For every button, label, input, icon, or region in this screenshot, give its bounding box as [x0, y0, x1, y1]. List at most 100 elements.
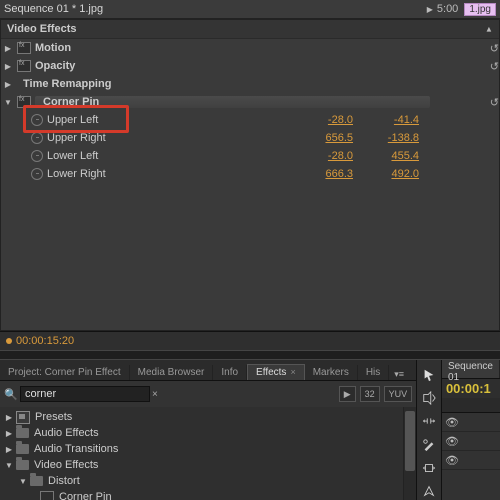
stopwatch-icon[interactable]: [31, 114, 43, 126]
reset-icon[interactable]: ↺: [490, 60, 499, 73]
prop-values: 656.5 -138.8: [311, 132, 499, 144]
value-x[interactable]: -28.0: [311, 114, 353, 126]
tab-project[interactable]: Project: Corner Pin Effect: [0, 365, 130, 380]
effect-icon: [40, 491, 54, 500]
tree-label: Video Effects: [34, 459, 98, 471]
tree-label: Audio Effects: [34, 427, 99, 439]
timeline-tabs: Sequence 01: [442, 360, 500, 379]
timeline-ruler[interactable]: [442, 398, 500, 413]
reset-icon[interactable]: ↺: [490, 96, 499, 109]
bitdepth-badge[interactable]: 32: [360, 386, 380, 402]
prop-row-lower-left[interactable]: Lower Left -28.0 455.4: [1, 147, 499, 165]
timeline-timecode[interactable]: 00:00:1: [442, 379, 500, 398]
effects-tree: Presets Audio Effects Audio Transitions …: [0, 407, 416, 500]
disclosure-icon[interactable]: [3, 78, 13, 90]
value-y[interactable]: 492.0: [377, 168, 419, 180]
tree-row-effect-corner-pin[interactable]: Corner Pin: [0, 489, 416, 500]
video-track[interactable]: 👁: [442, 451, 500, 470]
disclosure-icon[interactable]: [4, 411, 14, 423]
panel-menu-icon[interactable]: ▾≡: [391, 369, 407, 380]
prop-row-upper-left[interactable]: Upper Left -28.0 -41.4: [1, 111, 499, 129]
value-x[interactable]: 656.5: [311, 132, 353, 144]
timeline-tools: [417, 360, 442, 500]
tree-row-audio-transitions[interactable]: Audio Transitions: [0, 441, 416, 457]
ripple-tool-icon[interactable]: [420, 413, 438, 430]
track-visibility-icon[interactable]: 👁: [444, 454, 460, 466]
disclosure-icon[interactable]: [4, 443, 14, 455]
prop-row-lower-right[interactable]: Lower Right 666.3 492.0: [1, 165, 499, 183]
value-y[interactable]: 455.4: [377, 150, 419, 162]
effect-row-time-remapping[interactable]: Time Remapping: [1, 75, 499, 93]
stopwatch-icon[interactable]: [31, 168, 43, 180]
video-track[interactable]: 👁: [442, 413, 500, 432]
chevron-up-icon[interactable]: [485, 25, 493, 34]
disclosure-icon[interactable]: [3, 96, 13, 108]
effect-row-opacity[interactable]: Opacity ↺: [1, 57, 499, 75]
track-visibility-icon[interactable]: 👁: [444, 416, 460, 428]
video-effects-group: Video Effects Motion ↺ Opacity ↺ Time Re…: [0, 19, 500, 331]
tab-media-browser[interactable]: Media Browser: [130, 365, 214, 380]
yuv-badge[interactable]: YUV: [384, 386, 413, 402]
folder-icon: [16, 460, 29, 470]
value-y[interactable]: -138.8: [377, 132, 419, 144]
prop-values: -28.0 455.4: [311, 150, 499, 162]
folder-icon: [16, 444, 29, 454]
tab-label: Effects: [256, 367, 286, 378]
disclosure-icon[interactable]: [3, 60, 13, 72]
effect-name: Corner Pin: [43, 96, 99, 108]
tab-sequence[interactable]: Sequence 01: [442, 360, 500, 378]
stopwatch-icon[interactable]: [31, 132, 43, 144]
panel-tabs: Project: Corner Pin Effect Media Browser…: [0, 360, 416, 381]
effects-search-input[interactable]: [20, 386, 150, 402]
effect-row-motion[interactable]: Motion ↺: [1, 39, 499, 57]
tab-history[interactable]: His: [358, 365, 389, 380]
disclosure-icon[interactable]: [3, 42, 13, 54]
video-track[interactable]: 👁: [442, 432, 500, 451]
tree-row-presets[interactable]: Presets: [0, 409, 416, 425]
disclosure-icon[interactable]: [4, 459, 14, 471]
prop-values: 666.3 492.0: [311, 168, 499, 180]
folder-icon: [16, 428, 29, 438]
prop-name: Upper Right: [47, 132, 106, 144]
prop-name: Lower Right: [47, 168, 106, 180]
sequence-title: Sequence 01 * 1.jpg: [4, 3, 427, 15]
tab-info[interactable]: Info: [213, 365, 247, 380]
tab-markers[interactable]: Markers: [305, 365, 358, 380]
fx-toggle-icon[interactable]: [17, 96, 31, 108]
close-icon[interactable]: ×: [290, 367, 295, 377]
tree-row-audio-effects[interactable]: Audio Effects: [0, 425, 416, 441]
clear-search-icon[interactable]: ×: [152, 389, 158, 400]
tab-effects[interactable]: Effects ×: [247, 364, 305, 380]
slip-tool-icon[interactable]: [420, 459, 438, 476]
effect-row-corner-pin[interactable]: Corner Pin ↺: [1, 93, 499, 111]
value-x[interactable]: -28.0: [311, 150, 353, 162]
video-effects-header[interactable]: Video Effects: [1, 20, 499, 39]
sequence-header: Sequence 01 * 1.jpg 5:00 1.jpg: [0, 0, 500, 19]
disclosure-icon[interactable]: [18, 475, 28, 487]
value-x[interactable]: 666.3: [311, 168, 353, 180]
accelerated-badge[interactable]: ▶: [339, 386, 356, 402]
selection-tool-icon[interactable]: [420, 366, 438, 383]
tree-row-distort[interactable]: Distort: [0, 473, 416, 489]
razor-tool-icon[interactable]: [420, 436, 438, 453]
fx-toggle-icon[interactable]: [17, 60, 31, 72]
prop-name: Lower Left: [47, 150, 98, 162]
fx-toggle-icon[interactable]: [17, 42, 31, 54]
tree-row-video-effects[interactable]: Video Effects: [0, 457, 416, 473]
clip-tag[interactable]: 1.jpg: [464, 3, 496, 16]
pen-tool-icon[interactable]: [420, 483, 438, 500]
prop-row-upper-right[interactable]: Upper Right 656.5 -138.8: [1, 129, 499, 147]
panel-divider[interactable]: [0, 350, 500, 360]
tree-scrollbar[interactable]: [403, 407, 416, 500]
track-select-tool-icon[interactable]: [420, 389, 438, 406]
corner-pin-selected[interactable]: Corner Pin: [35, 96, 430, 108]
stopwatch-icon[interactable]: [31, 150, 43, 162]
tree-label: Presets: [35, 411, 72, 423]
track-visibility-icon[interactable]: 👁: [444, 435, 460, 447]
reset-icon[interactable]: ↺: [490, 42, 499, 55]
value-y[interactable]: -41.4: [377, 114, 419, 126]
tree-label: Distort: [48, 475, 80, 487]
disclosure-icon[interactable]: [4, 427, 14, 439]
scrollbar-thumb[interactable]: [405, 411, 415, 471]
current-timecode[interactable]: 00:00:15:20: [16, 335, 74, 347]
